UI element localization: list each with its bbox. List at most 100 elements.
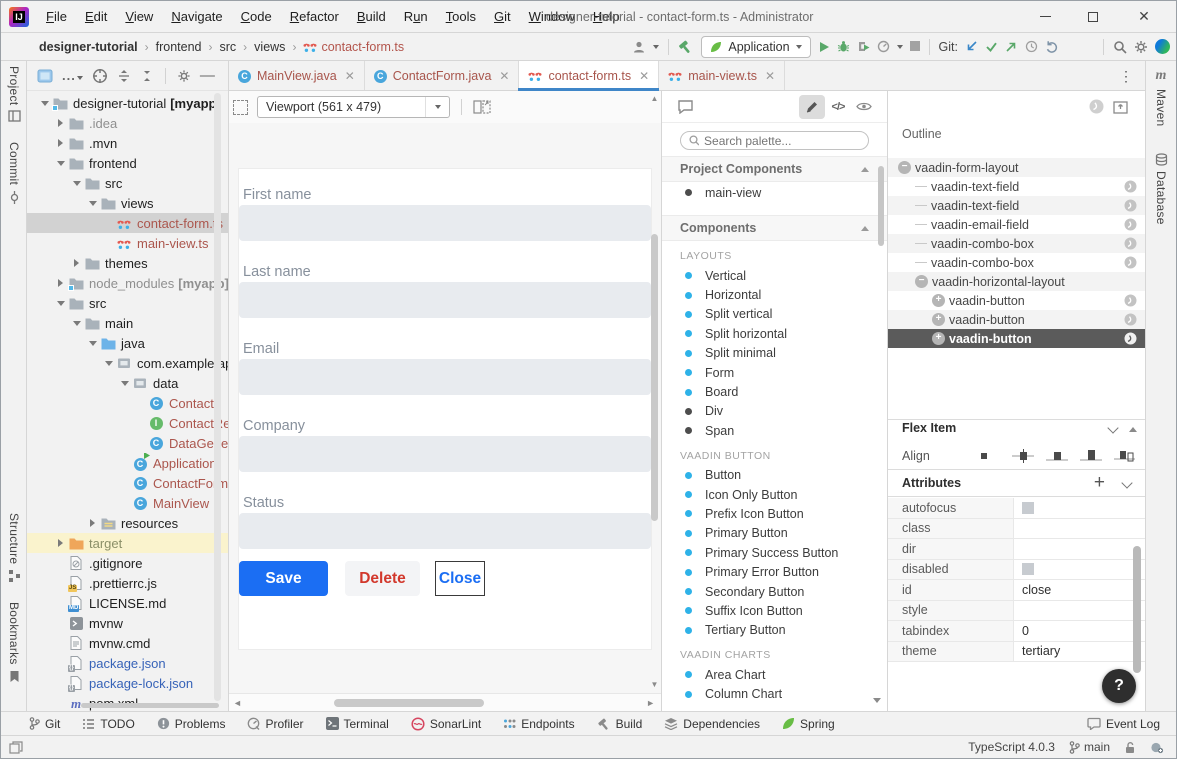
git-commit-button[interactable] (985, 40, 998, 53)
chevron-down-icon[interactable] (37, 101, 52, 106)
tool-window-button-build[interactable]: Build (597, 717, 643, 731)
tool-window-button-git[interactable]: Git (29, 717, 60, 731)
user-icon[interactable] (632, 40, 646, 54)
add-attribute-icon[interactable]: + (1094, 474, 1105, 492)
restore-windows-icon[interactable] (9, 741, 23, 754)
tool-stripe-button-commit[interactable]: Commit (7, 142, 21, 203)
menu-git[interactable]: Git (485, 1, 520, 33)
align-end-icon[interactable] (1080, 449, 1102, 463)
collapse-all-icon[interactable] (140, 69, 154, 83)
profiler-button[interactable] (877, 40, 890, 53)
tool-window-button-endpoints[interactable]: Endpoints (503, 717, 574, 731)
menu-build[interactable]: Build (348, 1, 395, 33)
chevron-down-icon[interactable] (101, 361, 116, 366)
outline-row[interactable]: vaadin-combo-box (888, 234, 1145, 253)
connect-java-icon[interactable] (1124, 256, 1137, 269)
tree-row[interactable]: .idea (27, 113, 228, 133)
palette-search-input[interactable] (704, 134, 860, 148)
palette-item[interactable]: Area Chart (662, 665, 887, 684)
maximize-button[interactable] (1070, 1, 1116, 32)
profiler-caret[interactable] (897, 45, 903, 49)
tree-row[interactable]: views (27, 193, 228, 213)
menu-navigate[interactable]: Navigate (162, 1, 231, 33)
outline-row[interactable]: vaadin-text-field (888, 177, 1145, 196)
comment-bubble-icon[interactable] (672, 95, 698, 119)
connect-java-icon[interactable] (1124, 199, 1137, 212)
scroll-thumb[interactable] (334, 699, 484, 707)
attribute-value[interactable]: tertiary (1014, 642, 1145, 662)
designer-horizontal-scrollbar[interactable]: ◄ ► (229, 693, 661, 711)
palette-item[interactable]: Div (662, 402, 887, 421)
close-tab-icon[interactable]: ✕ (765, 69, 775, 83)
outline-row[interactable]: −vaadin-horizontal-layout (888, 272, 1145, 291)
palette-item[interactable]: Column Chart (662, 684, 887, 703)
tree-row[interactable]: CContact (27, 393, 228, 413)
outline-row[interactable]: vaadin-text-field (888, 196, 1145, 215)
palette-item[interactable]: Tertiary Button (662, 621, 887, 640)
close-window-button[interactable]: ✕ (1121, 1, 1167, 32)
tool-stripe-button-project[interactable]: Project (7, 66, 21, 122)
connect-java-icon[interactable] (1089, 99, 1104, 114)
connect-java-icon[interactable] (1124, 180, 1137, 193)
tree-row[interactable]: mpom.xml (27, 693, 228, 711)
tool-stripe-button-database[interactable]: Database (1154, 153, 1168, 225)
search-everywhere-icon[interactable] (1113, 40, 1127, 54)
rollback-icon[interactable] (1045, 40, 1058, 53)
tree-row[interactable]: contact-form.ts (27, 213, 228, 233)
chevron-down-icon[interactable] (53, 161, 68, 166)
tree-row[interactable]: resources (27, 513, 228, 533)
tree-row[interactable]: src (27, 293, 228, 313)
minimize-button[interactable] (1022, 1, 1068, 32)
outline-row[interactable]: vaadin-email-field (888, 215, 1145, 234)
attribute-value[interactable] (1014, 498, 1145, 518)
tree-row[interactable]: com.example.application (27, 353, 228, 373)
palette-item[interactable]: Split minimal (662, 344, 887, 363)
project-vertical-scrollbar[interactable] (214, 93, 221, 701)
run-configuration-select[interactable]: Application (701, 36, 810, 58)
connect-java-icon[interactable] (1124, 218, 1137, 231)
chevron-down-icon[interactable] (117, 381, 132, 386)
form-field-input[interactable] (239, 513, 651, 549)
tool-stripe-button-maven[interactable]: mMaven (1154, 67, 1168, 127)
attribute-value[interactable] (1014, 519, 1145, 539)
tree-row[interactable]: target (27, 533, 228, 553)
palette-item[interactable]: main-view (662, 182, 887, 203)
expand-all-icon[interactable] (117, 69, 131, 83)
align-center-icon[interactable] (1012, 449, 1034, 463)
palette-section-header[interactable]: Components (662, 215, 887, 241)
close-tab-icon[interactable]: ✕ (639, 69, 649, 83)
chevron-down-icon[interactable] (1107, 422, 1118, 433)
palette-item[interactable]: Suffix Icon Button (662, 601, 887, 620)
breadcrumb-item[interactable]: src (220, 40, 237, 54)
locate-file-icon[interactable] (92, 68, 108, 84)
scroll-thumb[interactable] (651, 234, 658, 521)
connect-java-icon[interactable] (1124, 313, 1137, 326)
tool-window-button-todo[interactable]: TODO (82, 717, 134, 731)
form-field-input[interactable] (239, 205, 651, 241)
tree-row[interactable]: CApplication (27, 453, 228, 473)
checkbox[interactable] (1022, 563, 1034, 575)
scroll-down-arrow[interactable]: ▼ (650, 679, 659, 691)
palette-section-header[interactable]: Project Components (662, 156, 887, 182)
panel-settings-gear-icon[interactable] (177, 69, 191, 83)
tree-row[interactable]: CDataGenerator (27, 433, 228, 453)
tree-row[interactable]: CMainView (27, 493, 228, 513)
tree-row[interactable]: CContactForm (27, 473, 228, 493)
tool-stripe-button-bookmarks[interactable]: Bookmarks (7, 602, 21, 683)
chevron-right-icon[interactable] (69, 259, 84, 267)
tree-row[interactable]: {}package.json (27, 653, 228, 673)
attribute-value[interactable]: close (1014, 580, 1145, 600)
form-field-input[interactable] (239, 436, 651, 472)
git-update-button[interactable] (965, 40, 978, 53)
palette-item[interactable]: Icon Only Button (662, 485, 887, 504)
tool-window-button-spring[interactable]: Spring (782, 717, 835, 731)
editor-tab[interactable]: main-view.ts✕ (659, 61, 785, 90)
chevron-down-icon[interactable] (85, 201, 100, 206)
menu-edit[interactable]: Edit (76, 1, 116, 33)
scroll-left-arrow[interactable]: ◄ (233, 698, 242, 708)
open-in-editor-icon[interactable] (1113, 99, 1129, 114)
help-button[interactable]: ? (1102, 669, 1136, 703)
checkbox[interactable] (1022, 502, 1034, 514)
tree-row[interactable]: main-view.ts (27, 233, 228, 253)
tree-row[interactable]: mvnw.cmd (27, 633, 228, 653)
